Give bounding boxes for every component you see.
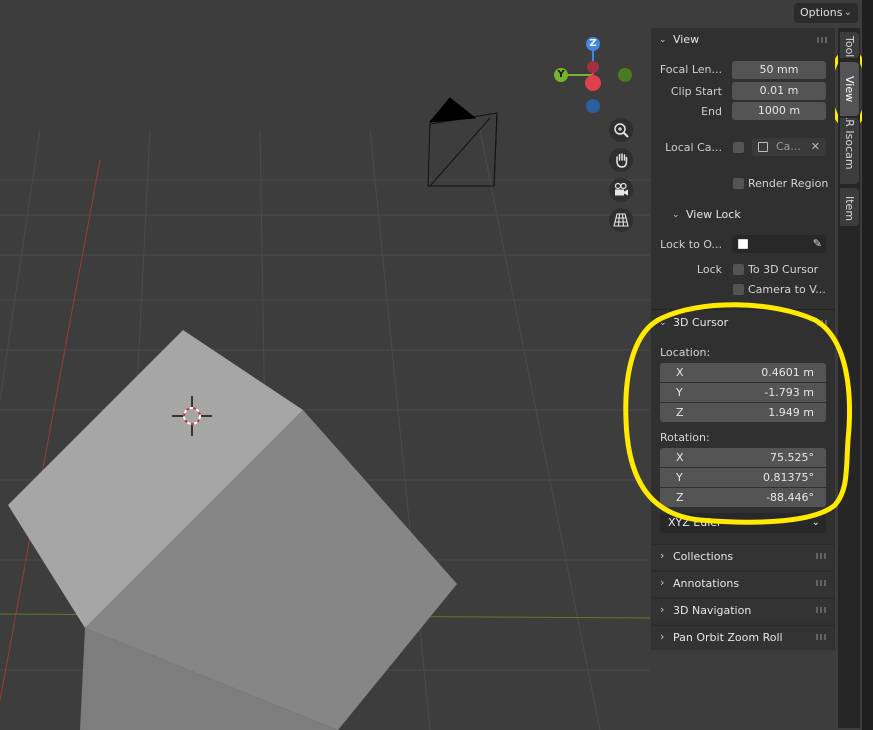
view-panel-title: View [673,33,700,46]
zoom-button[interactable] [609,118,633,142]
hand-icon [616,153,628,168]
toggle-perspective-button[interactable] [609,208,633,232]
collections-title: Collections [673,550,734,563]
location-x-value: 0.4601 m [761,366,814,379]
render-region-label: Render Region [748,177,829,190]
view-lock-title: View Lock [686,208,741,221]
camera-to-view-label: Camera to V... [748,283,826,296]
eyedropper-icon[interactable]: ✎ [813,235,822,253]
rotation-z-field[interactable]: Z -88.446° [660,488,826,507]
chevron-down-icon: ⌄ [659,35,667,45]
3d-cursor-panel-title: 3D Cursor [673,316,729,329]
tab-rrr-isocam[interactable]: RRR Isocam [840,118,859,184]
location-z-value: 1.949 m [768,406,814,419]
chevron-right-icon: › [660,576,665,589]
chevron-down-icon: ⌄ [811,517,820,528]
focal-length-label: Focal Len... [659,63,722,76]
to-3d-cursor-checkbox[interactable] [733,264,744,275]
view-lock-header[interactable]: ⌄ View Lock [664,204,834,226]
lock-label: Lock [696,263,722,276]
zoom-icon [614,123,629,138]
clip-start-field[interactable]: 0.01 m [732,82,826,100]
focal-length-field[interactable]: 50 mm [732,61,826,79]
chevron-right-icon: › [660,630,665,643]
axis-label: Z [676,406,684,419]
axis-label: Y [676,471,683,484]
drag-handle-icon[interactable] [816,634,826,640]
tab-rrr-isocam-label: RRR Isocam [843,118,856,170]
lock-to-object-field[interactable]: ✎ [732,235,826,253]
chevron-down-icon: ⌄ [843,7,852,18]
camera-object [427,97,498,187]
tab-tool-label: Tool [843,36,856,58]
drag-handle-icon[interactable] [817,37,827,43]
drag-handle-icon[interactable] [817,320,827,326]
3d-navigation-title: 3D Navigation [673,604,752,617]
chevron-down-icon: ⌄ [672,210,680,220]
lock-to-object-label: Lock to O... [660,238,722,251]
camera-view-button[interactable] [609,178,633,202]
3d-navigation-panel-header[interactable]: › 3D Navigation [652,598,834,623]
local-camera-value: Ca... [776,140,801,153]
to-3d-cursor-label: To 3D Cursor [748,263,819,276]
rotation-y-value: 0.81375° [763,471,814,484]
location-x-field[interactable]: X 0.4601 m [660,363,826,382]
rotation-x-field[interactable]: X 75.525° [660,448,826,467]
clip-start-label: Clip Start [670,85,722,98]
drag-handle-icon[interactable] [816,580,826,586]
drag-handle-icon[interactable] [816,553,826,559]
tab-tool[interactable]: Tool [840,32,859,58]
axis-label: Z [676,491,684,504]
tab-view[interactable]: View [840,62,859,116]
clear-icon[interactable]: ✕ [811,138,820,156]
clip-end-field[interactable]: 1000 m [732,102,826,120]
axis-label: Y [676,386,683,399]
axis-label: X [676,451,684,464]
location-y-field[interactable]: Y -1.793 m [660,383,826,402]
chevron-down-icon: ⌄ [659,318,667,328]
camera-to-view-checkbox[interactable] [733,284,744,295]
grid-icon [613,213,629,227]
annotations-title: Annotations [673,577,740,590]
local-camera-field[interactable]: Ca... ✕ [752,138,826,156]
rotation-y-field[interactable]: Y 0.81375° [660,468,826,487]
location-y-value: -1.793 m [764,386,814,399]
chevron-right-icon: › [660,603,665,616]
annotations-panel-header[interactable]: › Annotations [652,571,834,596]
gizmo-z-axis[interactable]: Z [586,37,600,51]
window-edge [862,0,873,730]
pan-button[interactable] [609,148,633,172]
camera-icon [614,182,628,196]
local-camera-checkbox[interactable] [733,142,744,153]
rotation-x-value: 75.525° [770,451,814,464]
axis-label: X [676,366,684,379]
options-dropdown[interactable]: Options ⌄ [794,3,858,23]
tab-item-label: Item [843,196,856,222]
clip-end-label: End [701,105,722,118]
tab-item[interactable]: Item [840,188,859,226]
render-region-checkbox[interactable] [733,178,744,189]
chevron-right-icon: › [660,549,665,562]
gizmo-y-axis[interactable]: Y [554,68,568,82]
rotation-label: Rotation: [660,431,710,444]
tab-view-label: View [843,76,856,103]
rotation-mode-dropdown[interactable]: XYZ Euler ⌄ [660,513,826,533]
rotation-mode-value: XYZ Euler [668,516,722,529]
object-icon [738,239,748,249]
options-label: Options [800,6,843,19]
pan-orbit-zoom-roll-panel-header[interactable]: › Pan Orbit Zoom Roll [652,625,834,650]
local-camera-label: Local Ca... [665,141,722,154]
collections-panel-header[interactable]: › Collections [652,544,834,569]
drag-handle-icon[interactable] [816,607,826,613]
3d-cursor-panel-header[interactable]: ⌄ 3D Cursor [651,312,835,334]
rotation-z-value: -88.446° [766,491,814,504]
location-z-field[interactable]: Z 1.949 m [660,403,826,422]
view-panel-header[interactable]: ⌄ View [651,29,835,51]
pan-orbit-zoom-roll-title: Pan Orbit Zoom Roll [673,631,783,644]
location-label: Location: [660,346,711,359]
camera-object-icon [758,142,768,152]
